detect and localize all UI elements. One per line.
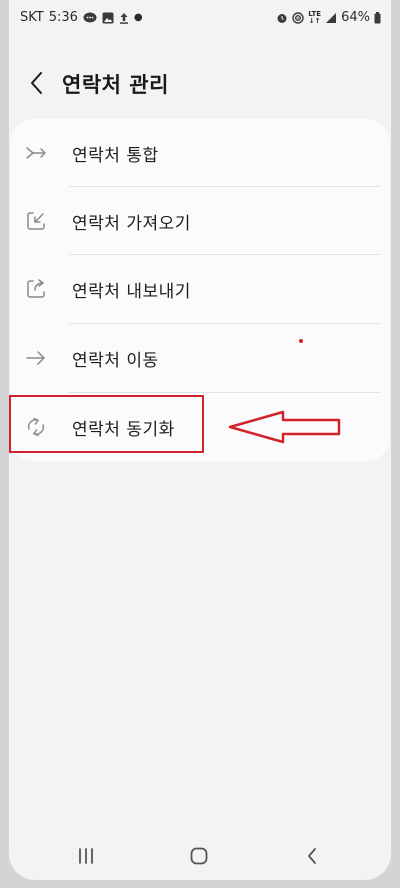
menu-item-move-contacts[interactable]: 연락처 이동 xyxy=(10,324,390,392)
back-nav-icon xyxy=(308,848,316,864)
import-icon xyxy=(24,209,48,233)
chevron-left-icon xyxy=(31,72,42,94)
alarm-icon xyxy=(276,12,288,24)
menu-item-import-contacts[interactable]: 연락처 가져오기 xyxy=(10,187,390,255)
data-arrows-icon: ↓↑ xyxy=(308,16,321,25)
carrier-label: SKT xyxy=(20,10,44,25)
screen: SKT 5:36 ● LTE ↓↑ 64% 연락처 관리 연락처 통합 연락처 … xyxy=(0,0,400,888)
menu-item-label: 연락처 내보내기 xyxy=(72,281,191,302)
status-left: SKT 5:36 ● xyxy=(20,10,143,25)
move-arrow-icon xyxy=(24,346,48,370)
home-icon xyxy=(190,847,208,865)
menu-item-label: 연락처 통합 xyxy=(72,145,159,166)
back-nav-button[interactable] xyxy=(292,840,332,872)
recent-apps-button[interactable] xyxy=(66,840,106,872)
battery-percent: 64% xyxy=(341,10,370,25)
hotspot-icon xyxy=(292,11,304,24)
annotation-highlight-box xyxy=(9,395,204,453)
status-bar: SKT 5:36 ● LTE ↓↑ 64% xyxy=(9,0,391,36)
chat-bubble-icon xyxy=(83,12,97,24)
merge-icon xyxy=(24,141,48,165)
back-button[interactable] xyxy=(23,68,51,98)
lte-indicator: LTE ↓↑ xyxy=(308,10,321,25)
notification-dot-icon: ● xyxy=(133,12,143,23)
phone-screen: SKT 5:36 ● LTE ↓↑ 64% 연락처 관리 연락처 통합 연락처 … xyxy=(9,0,391,880)
battery-icon xyxy=(374,11,381,24)
upload-icon xyxy=(119,12,129,24)
export-icon xyxy=(24,277,48,301)
home-button[interactable] xyxy=(179,840,219,872)
recent-apps-icon xyxy=(79,848,93,864)
menu-item-label: 연락처 가져오기 xyxy=(72,213,191,234)
gallery-icon xyxy=(102,12,114,24)
status-right: LTE ↓↑ 64% xyxy=(276,10,381,25)
menu-item-label: 연락처 이동 xyxy=(72,350,159,371)
page-title: 연락처 관리 xyxy=(62,73,169,97)
annotation-arrow-icon xyxy=(228,410,341,444)
signal-strength-icon xyxy=(325,12,337,24)
annotation-dot xyxy=(299,339,303,343)
menu-item-export-contacts[interactable]: 연락처 내보내기 xyxy=(10,255,390,323)
clock: 5:36 xyxy=(48,10,78,25)
navigation-bar xyxy=(9,832,391,880)
menu-item-merge-contacts[interactable]: 연락처 통합 xyxy=(10,119,390,187)
app-header: 연락처 관리 xyxy=(9,62,391,106)
